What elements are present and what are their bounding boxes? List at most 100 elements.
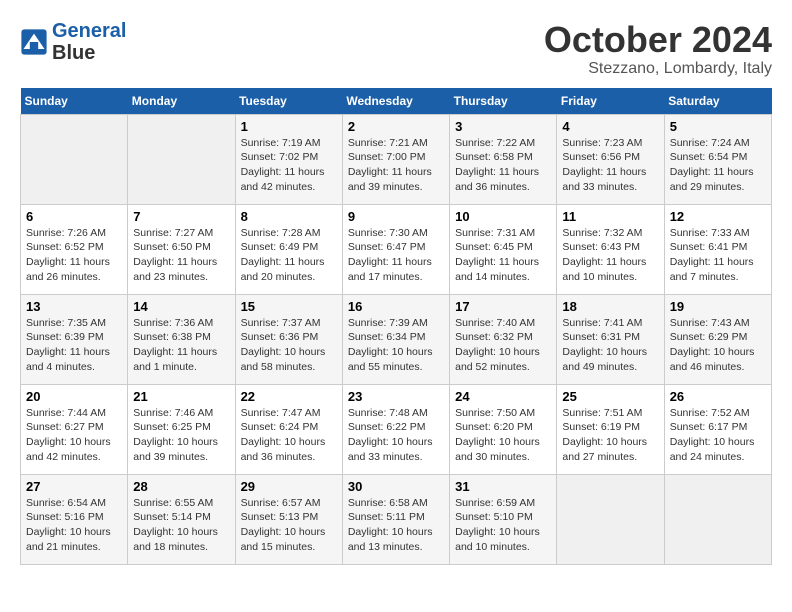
calendar-cell: 6 Sunrise: 7:26 AMSunset: 6:52 PMDaylight… xyxy=(21,204,128,294)
day-info: Sunrise: 7:39 AMSunset: 6:34 PMDaylight:… xyxy=(348,316,444,375)
calendar-table: SundayMondayTuesdayWednesdayThursdayFrid… xyxy=(20,88,772,565)
day-info: Sunrise: 7:28 AMSunset: 6:49 PMDaylight:… xyxy=(241,226,337,285)
day-info: Sunrise: 7:22 AMSunset: 6:58 PMDaylight:… xyxy=(455,136,551,195)
calendar-cell: 18Sunrise: 7:41 AMSunset: 6:31 PMDayligh… xyxy=(557,294,664,384)
calendar-cell: 8 Sunrise: 7:28 AMSunset: 6:49 PMDaylight… xyxy=(235,204,342,294)
page-header: General Blue October 2024 Stezzano, Lomb… xyxy=(20,20,772,78)
day-info: Sunrise: 7:30 AMSunset: 6:47 PMDaylight:… xyxy=(348,226,444,285)
day-number: 5 xyxy=(670,119,766,134)
day-info: Sunrise: 7:44 AMSunset: 6:27 PMDaylight:… xyxy=(26,406,122,465)
weekday-header-saturday: Saturday xyxy=(664,88,771,115)
day-info: Sunrise: 7:33 AMSunset: 6:41 PMDaylight:… xyxy=(670,226,766,285)
weekday-header-friday: Friday xyxy=(557,88,664,115)
day-info: Sunrise: 7:37 AMSunset: 6:36 PMDaylight:… xyxy=(241,316,337,375)
calendar-cell: 3 Sunrise: 7:22 AMSunset: 6:58 PMDaylight… xyxy=(450,114,557,204)
calendar-cell: 19 Sunrise: 7:43 AMSunset: 6:29 PMDayligh… xyxy=(664,294,771,384)
calendar-cell: 28 Sunrise: 6:55 AMSunset: 5:14 PMDayligh… xyxy=(128,474,235,564)
logo: General Blue xyxy=(20,20,126,64)
calendar-cell: 9Sunrise: 7:30 AMSunset: 6:47 PMDaylight… xyxy=(342,204,449,294)
day-info: Sunrise: 6:57 AMSunset: 5:13 PMDaylight:… xyxy=(241,496,337,555)
calendar-cell: 12Sunrise: 7:33 AMSunset: 6:41 PMDayligh… xyxy=(664,204,771,294)
week-row-5: 27Sunrise: 6:54 AMSunset: 5:16 PMDayligh… xyxy=(21,474,772,564)
calendar-cell: 11 Sunrise: 7:32 AMSunset: 6:43 PMDayligh… xyxy=(557,204,664,294)
logo-icon xyxy=(20,28,48,56)
day-info: Sunrise: 7:27 AMSunset: 6:50 PMDaylight:… xyxy=(133,226,229,285)
day-info: Sunrise: 7:52 AMSunset: 6:17 PMDaylight:… xyxy=(670,406,766,465)
calendar-cell: 15 Sunrise: 7:37 AMSunset: 6:36 PMDayligh… xyxy=(235,294,342,384)
day-number: 23 xyxy=(348,389,444,404)
day-info: Sunrise: 7:48 AMSunset: 6:22 PMDaylight:… xyxy=(348,406,444,465)
calendar-cell: 20 Sunrise: 7:44 AMSunset: 6:27 PMDayligh… xyxy=(21,384,128,474)
day-info: Sunrise: 7:47 AMSunset: 6:24 PMDaylight:… xyxy=(241,406,337,465)
day-info: Sunrise: 7:32 AMSunset: 6:43 PMDaylight:… xyxy=(562,226,658,285)
day-info: Sunrise: 7:26 AMSunset: 6:52 PMDaylight:… xyxy=(26,226,122,285)
day-info: Sunrise: 7:51 AMSunset: 6:19 PMDaylight:… xyxy=(562,406,658,465)
day-number: 3 xyxy=(455,119,551,134)
day-number: 17 xyxy=(455,299,551,314)
day-number: 24 xyxy=(455,389,551,404)
calendar-cell: 21 Sunrise: 7:46 AMSunset: 6:25 PMDayligh… xyxy=(128,384,235,474)
day-info: Sunrise: 7:46 AMSunset: 6:25 PMDaylight:… xyxy=(133,406,229,465)
day-number: 1 xyxy=(241,119,337,134)
day-info: Sunrise: 7:35 AMSunset: 6:39 PMDaylight:… xyxy=(26,316,122,375)
calendar-cell: 29 Sunrise: 6:57 AMSunset: 5:13 PMDayligh… xyxy=(235,474,342,564)
day-number: 8 xyxy=(241,209,337,224)
day-info: Sunrise: 7:31 AMSunset: 6:45 PMDaylight:… xyxy=(455,226,551,285)
week-row-3: 13 Sunrise: 7:35 AMSunset: 6:39 PMDayligh… xyxy=(21,294,772,384)
calendar-cell: 5Sunrise: 7:24 AMSunset: 6:54 PMDaylight… xyxy=(664,114,771,204)
calendar-cell: 30 Sunrise: 6:58 AMSunset: 5:11 PMDayligh… xyxy=(342,474,449,564)
day-number: 25 xyxy=(562,389,658,404)
day-number: 14 xyxy=(133,299,229,314)
calendar-cell: 7 Sunrise: 7:27 AMSunset: 6:50 PMDaylight… xyxy=(128,204,235,294)
day-number: 20 xyxy=(26,389,122,404)
calendar-cell: 14Sunrise: 7:36 AMSunset: 6:38 PMDayligh… xyxy=(128,294,235,384)
calendar-cell: 2Sunrise: 7:21 AMSunset: 7:00 PMDaylight… xyxy=(342,114,449,204)
day-number: 11 xyxy=(562,209,658,224)
day-info: Sunrise: 6:55 AMSunset: 5:14 PMDaylight:… xyxy=(133,496,229,555)
weekday-header-thursday: Thursday xyxy=(450,88,557,115)
week-row-1: 1 Sunrise: 7:19 AMSunset: 7:02 PMDaylight… xyxy=(21,114,772,204)
day-number: 7 xyxy=(133,209,229,224)
day-number: 29 xyxy=(241,479,337,494)
day-number: 2 xyxy=(348,119,444,134)
day-number: 22 xyxy=(241,389,337,404)
calendar-cell: 24Sunrise: 7:50 AMSunset: 6:20 PMDayligh… xyxy=(450,384,557,474)
calendar-cell: 10Sunrise: 7:31 AMSunset: 6:45 PMDayligh… xyxy=(450,204,557,294)
day-number: 6 xyxy=(26,209,122,224)
calendar-cell: 16 Sunrise: 7:39 AMSunset: 6:34 PMDayligh… xyxy=(342,294,449,384)
day-number: 15 xyxy=(241,299,337,314)
calendar-cell: 23 Sunrise: 7:48 AMSunset: 6:22 PMDayligh… xyxy=(342,384,449,474)
weekday-header-wednesday: Wednesday xyxy=(342,88,449,115)
calendar-cell: 26 Sunrise: 7:52 AMSunset: 6:17 PMDayligh… xyxy=(664,384,771,474)
day-number: 19 xyxy=(670,299,766,314)
calendar-cell: 13 Sunrise: 7:35 AMSunset: 6:39 PMDayligh… xyxy=(21,294,128,384)
day-number: 4 xyxy=(562,119,658,134)
week-row-2: 6 Sunrise: 7:26 AMSunset: 6:52 PMDaylight… xyxy=(21,204,772,294)
calendar-cell xyxy=(664,474,771,564)
day-info: Sunrise: 6:59 AMSunset: 5:10 PMDaylight:… xyxy=(455,496,551,555)
calendar-cell: 27Sunrise: 6:54 AMSunset: 5:16 PMDayligh… xyxy=(21,474,128,564)
day-info: Sunrise: 7:41 AMSunset: 6:31 PMDaylight:… xyxy=(562,316,658,375)
calendar-cell: 22 Sunrise: 7:47 AMSunset: 6:24 PMDayligh… xyxy=(235,384,342,474)
day-info: Sunrise: 6:58 AMSunset: 5:11 PMDaylight:… xyxy=(348,496,444,555)
calendar-cell: 1 Sunrise: 7:19 AMSunset: 7:02 PMDaylight… xyxy=(235,114,342,204)
day-info: Sunrise: 7:40 AMSunset: 6:32 PMDaylight:… xyxy=(455,316,551,375)
calendar-cell xyxy=(128,114,235,204)
title-block: October 2024 Stezzano, Lombardy, Italy xyxy=(544,20,772,78)
day-info: Sunrise: 6:54 AMSunset: 5:16 PMDaylight:… xyxy=(26,496,122,555)
calendar-cell xyxy=(557,474,664,564)
day-number: 26 xyxy=(670,389,766,404)
day-info: Sunrise: 7:23 AMSunset: 6:56 PMDaylight:… xyxy=(562,136,658,195)
weekday-header-row: SundayMondayTuesdayWednesdayThursdayFrid… xyxy=(21,88,772,115)
calendar-cell: 17 Sunrise: 7:40 AMSunset: 6:32 PMDayligh… xyxy=(450,294,557,384)
calendar-cell: 31Sunrise: 6:59 AMSunset: 5:10 PMDayligh… xyxy=(450,474,557,564)
day-info: Sunrise: 7:19 AMSunset: 7:02 PMDaylight:… xyxy=(241,136,337,195)
day-info: Sunrise: 7:43 AMSunset: 6:29 PMDaylight:… xyxy=(670,316,766,375)
day-number: 21 xyxy=(133,389,229,404)
logo-general: General xyxy=(52,20,126,42)
day-number: 16 xyxy=(348,299,444,314)
day-number: 30 xyxy=(348,479,444,494)
day-number: 28 xyxy=(133,479,229,494)
calendar-cell: 4 Sunrise: 7:23 AMSunset: 6:56 PMDaylight… xyxy=(557,114,664,204)
day-number: 13 xyxy=(26,299,122,314)
